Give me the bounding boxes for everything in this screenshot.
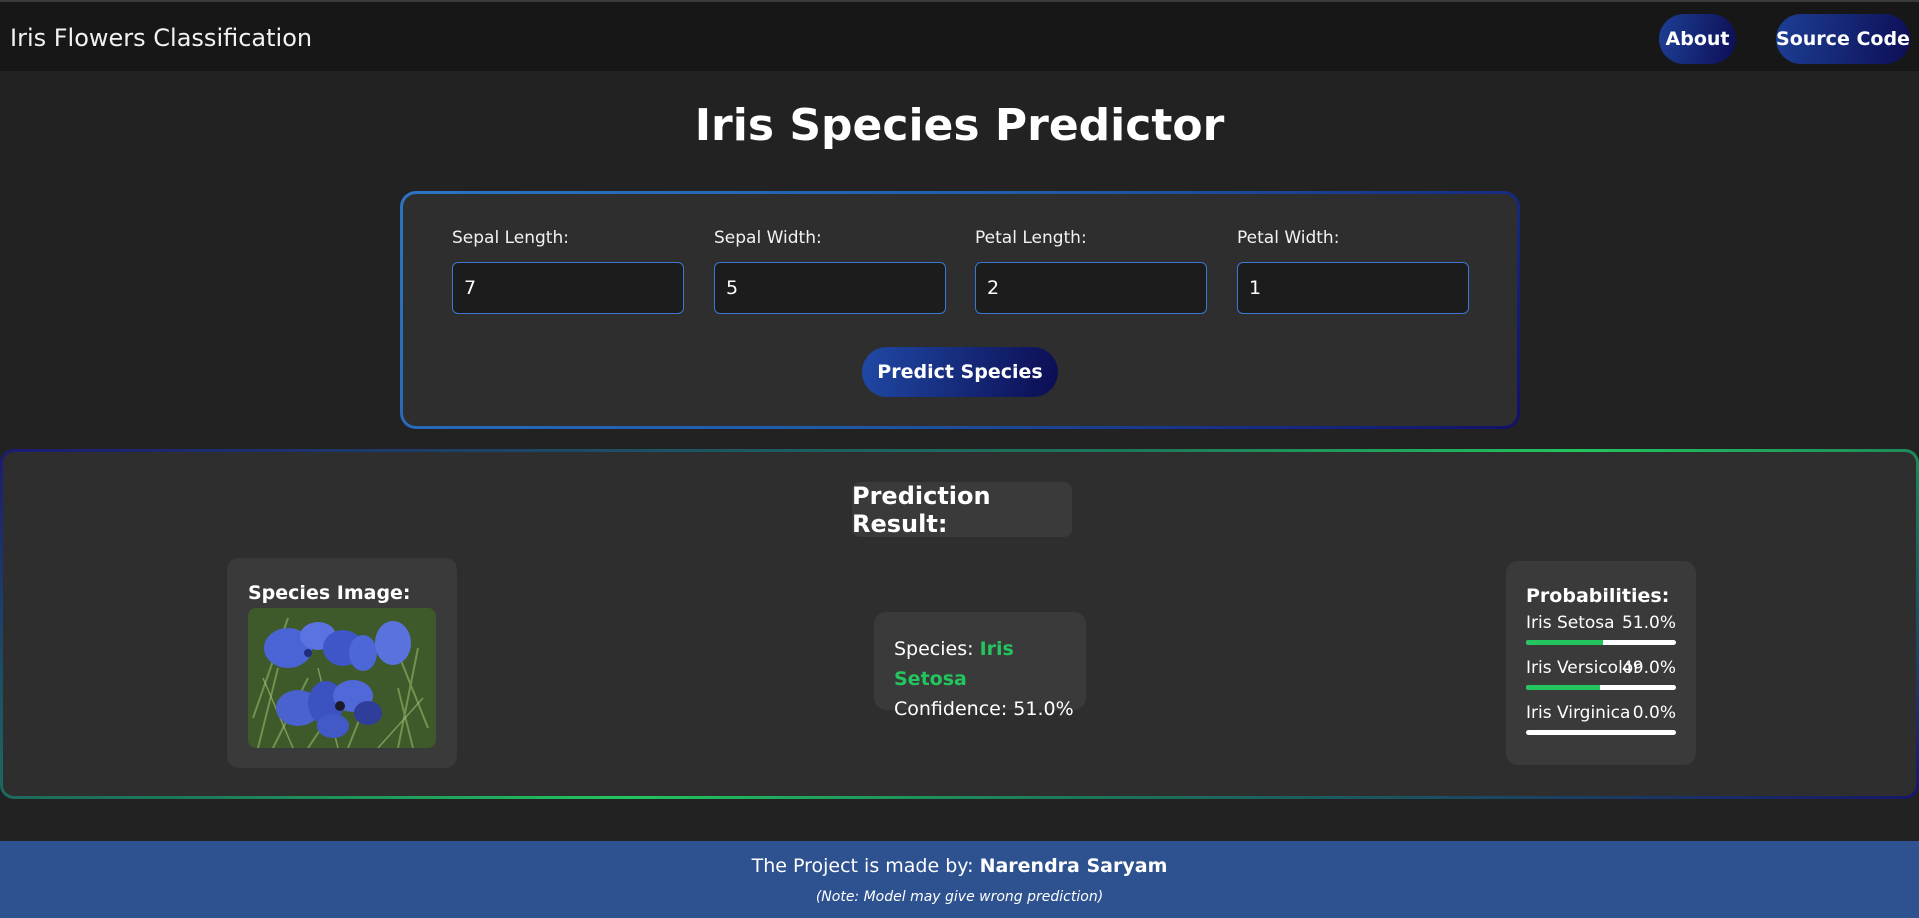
page-title: Iris Species Predictor xyxy=(694,100,1225,151)
species-summary: Species: Iris Setosa Confidence: 51.0% xyxy=(874,612,1086,720)
about-button[interactable]: About xyxy=(1659,14,1736,64)
footer: The Project is made by: Narendra Saryam … xyxy=(0,841,1919,918)
probability-name: Iris Virginica xyxy=(1526,703,1631,723)
probabilities-panel: Probabilities: Iris Setosa 51.0% Iris Ve… xyxy=(1506,561,1696,765)
petal-length-label: Petal Length: xyxy=(975,228,1087,248)
brand-title[interactable]: Iris Flowers Classification xyxy=(10,24,312,52)
sepal-width-input[interactable] xyxy=(714,262,946,314)
prediction-form: Sepal Length: Sepal Width: Petal Length:… xyxy=(400,191,1520,429)
sepal-length-label: Sepal Length: xyxy=(452,228,569,248)
confidence-line: Confidence: 51.0% xyxy=(894,694,1086,724)
probability-row-setosa: Iris Setosa 51.0% xyxy=(1526,613,1676,653)
iris-flower-image xyxy=(248,608,436,748)
species-label: Species: xyxy=(894,638,974,660)
footer-credit: The Project is made by: Narendra Saryam xyxy=(0,855,1919,877)
navbar: Iris Flowers Classification About Source… xyxy=(0,0,1919,71)
probability-bar xyxy=(1526,640,1676,645)
footer-note: (Note: Model may give wrong prediction) xyxy=(815,889,1104,905)
footer-made-by: The Project is made by: xyxy=(751,855,974,877)
probability-percent: 49.0% xyxy=(1621,658,1676,678)
probability-row-virginica: Iris Virginica 0.0% xyxy=(1526,703,1676,743)
predict-species-button[interactable]: Predict Species xyxy=(862,347,1058,397)
probability-bar xyxy=(1526,685,1676,690)
source-code-button[interactable]: Source Code xyxy=(1776,14,1910,64)
sepal-width-field: Sepal Width: xyxy=(714,228,946,314)
footer-author: Narendra Saryam xyxy=(979,855,1168,877)
confidence-label: Confidence: xyxy=(894,698,1008,720)
sepal-length-input[interactable] xyxy=(452,262,684,314)
probability-name: Iris Setosa xyxy=(1526,613,1615,633)
petal-width-field: Petal Width: xyxy=(1237,228,1469,314)
petal-width-input[interactable] xyxy=(1237,262,1469,314)
species-image-panel: Species Image: xyxy=(227,558,457,768)
species-line: Species: Iris Setosa xyxy=(894,634,1086,694)
confidence-value: 51.0% xyxy=(1013,698,1074,720)
probability-bar-fill xyxy=(1526,685,1600,690)
petal-length-input[interactable] xyxy=(975,262,1207,314)
petal-length-field: Petal Length: xyxy=(975,228,1207,314)
petal-width-label: Petal Width: xyxy=(1237,228,1340,248)
sepal-width-label: Sepal Width: xyxy=(714,228,822,248)
species-image-title: Species Image: xyxy=(248,582,411,604)
probability-bar-fill xyxy=(1526,640,1603,645)
probabilities-title: Probabilities: xyxy=(1526,585,1670,607)
probability-percent: 0.0% xyxy=(1632,703,1676,723)
result-heading: Prediction Result: xyxy=(852,482,1072,538)
probability-bar xyxy=(1526,730,1676,735)
prediction-result-card: Prediction Result: Species Image: Specie… xyxy=(0,449,1919,799)
probability-percent: 51.0% xyxy=(1621,613,1676,633)
probability-row-versicolor: Iris Versicolor 49.0% xyxy=(1526,658,1676,698)
sepal-length-field: Sepal Length: xyxy=(452,228,684,314)
